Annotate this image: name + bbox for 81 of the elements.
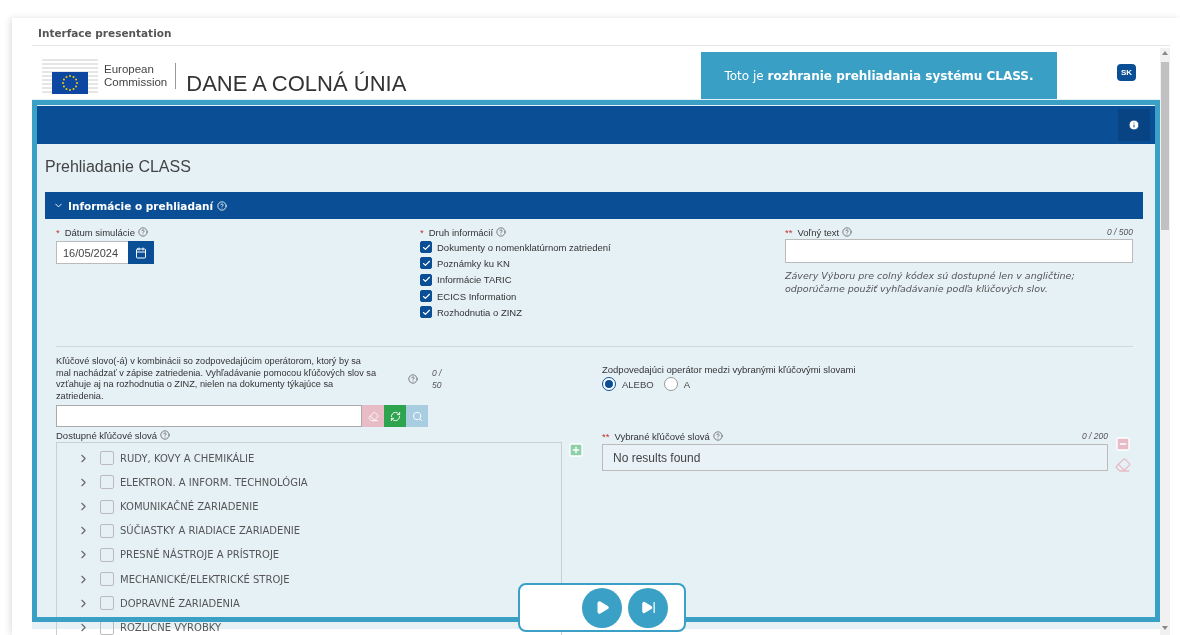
- checkbox-label: ECICS Information: [437, 290, 517, 302]
- checkbox[interactable]: [100, 451, 114, 466]
- logo-icon: [42, 56, 98, 96]
- search-icon: [411, 410, 423, 422]
- eraser-icon[interactable]: [1115, 457, 1131, 474]
- add-icon[interactable]: [568, 442, 584, 459]
- tree-item[interactable]: ROZLICNE VYROBKY: [120, 622, 222, 633]
- checkbox[interactable]: [420, 290, 432, 303]
- info-button[interactable]: [1118, 109, 1150, 141]
- selected-keywords-list: No results found: [602, 444, 1108, 472]
- eraser-button[interactable]: [362, 405, 384, 428]
- char-counter: 0 / 500: [1107, 227, 1133, 237]
- keyword-description: Kľúčové slovo(-á) v kombinácii so zodpovedajúcim operátorom, ktorý by sa mal nachádzať v zápise zatriedenia. Vyhľadávanie pomocou kľúčových slov sa vzťahuje aj na rozhodnutia o ZINZ, nielen na dokumenty týkajúce sa zatriedenia.: [56, 356, 377, 403]
- language-button[interactable]: SK: [1117, 64, 1136, 81]
- field-label: Dátum simulácie: [64, 226, 135, 238]
- checkbox-label: Informácie TARIC: [437, 274, 512, 286]
- checkbox[interactable]: [100, 572, 114, 587]
- tree-item[interactable]: RUDY, KOVY A CHEMIKÁLIE: [120, 452, 255, 464]
- required-mark: **: [785, 226, 793, 238]
- checkbox[interactable]: [420, 306, 432, 319]
- char-counter: 0 / 50: [432, 367, 443, 392]
- checkbox[interactable]: [100, 596, 114, 611]
- section-header[interactable]: Informácie o prehliadaní: [45, 192, 1143, 219]
- field-label: Voľný text: [797, 226, 840, 238]
- required-mark: *: [56, 226, 60, 238]
- checkbox[interactable]: [420, 241, 432, 254]
- play-button[interactable]: [582, 587, 622, 628]
- skip-button[interactable]: [628, 587, 668, 628]
- tree-item[interactable]: DOPRAVNÉ ZARIADENIA: [120, 597, 240, 609]
- help-icon[interactable]: [496, 227, 507, 237]
- checkbox[interactable]: [420, 273, 432, 286]
- tree-item[interactable]: MECHANICKÉ/ELEKTRICKÉ STROJE: [120, 573, 290, 585]
- required-mark: **: [602, 431, 610, 442]
- scrollbar[interactable]: [1160, 48, 1170, 635]
- site-title: DANE A COLNÁ ÚNIA: [186, 71, 407, 97]
- info-icon: [1128, 119, 1140, 131]
- play-icon: [594, 600, 610, 615]
- tree-item[interactable]: ELEKTRON. A INFORM. TECHNOLÓGIA: [120, 476, 308, 488]
- date-field[interactable]: 16/05/2024: [56, 241, 128, 264]
- org-name: European: [104, 63, 155, 76]
- help-icon[interactable]: [408, 374, 418, 385]
- radio-label: ALEBO: [622, 379, 654, 390]
- checkbox[interactable]: [100, 499, 114, 514]
- help-icon[interactable]: [137, 227, 148, 237]
- checkbox[interactable]: [100, 547, 114, 562]
- char-counter: 0 / 200: [1082, 431, 1108, 442]
- hint-text: Závery Výboru pre colný kódex sú dostupné len v angličtine; odporúčame použiť vyhľadávanie podľa kľúčových slov.: [785, 269, 1076, 295]
- refresh-icon: [389, 410, 401, 422]
- checkbox[interactable]: [100, 523, 114, 538]
- radio-label: A: [683, 379, 691, 390]
- tree-item[interactable]: KOMUNIKAČNÉ ZARIADENIE: [120, 501, 259, 513]
- remove-icon[interactable]: [1115, 436, 1131, 453]
- org-name: Commission: [104, 76, 168, 89]
- eraser-icon: [367, 410, 379, 422]
- checkbox-label: Rozhodnutia o ZINZ: [437, 306, 522, 318]
- tree-item[interactable]: PRESNÉ NÁSTROJE A PRÍSTROJE: [120, 549, 280, 561]
- help-icon[interactable]: [160, 430, 170, 441]
- field-label: Vybrané kľúčové slová: [614, 431, 710, 442]
- tree-item[interactable]: SÚČIASTKY A RIADIACE ZARIADENIE: [120, 525, 301, 537]
- search-button[interactable]: [406, 405, 428, 428]
- calendar-button[interactable]: [128, 241, 154, 264]
- field-label: Dostupné kľúčové slová: [56, 429, 157, 441]
- refresh-button[interactable]: [384, 405, 406, 428]
- field-label: Druh informácií: [428, 226, 494, 238]
- field-label: Zodpovedajúci operátor medzi vybranými kľúčovými slovami: [602, 364, 857, 376]
- page-title: Prehliadanie CLASS: [44, 157, 192, 177]
- checkbox[interactable]: [100, 475, 114, 490]
- checkbox[interactable]: [420, 257, 432, 270]
- checkbox[interactable]: [100, 620, 114, 635]
- calendar-icon: [135, 246, 147, 259]
- free-text-field[interactable]: [785, 239, 1133, 263]
- help-icon[interactable]: [842, 227, 853, 237]
- keyword-field[interactable]: [56, 405, 362, 428]
- checkbox-label: Dokumenty o nomenklatúrnom zatriedení: [437, 241, 611, 253]
- skip-forward-icon: [640, 600, 656, 615]
- help-icon[interactable]: [712, 431, 723, 442]
- required-mark: *: [420, 226, 424, 238]
- radio-button[interactable]: [602, 377, 616, 392]
- checkbox-label: Poznámky ku KN: [437, 257, 510, 269]
- radio-button[interactable]: [663, 377, 678, 392]
- notice-banner: Toto je rozhranie prehliadania systému CLASS.: [701, 52, 1057, 99]
